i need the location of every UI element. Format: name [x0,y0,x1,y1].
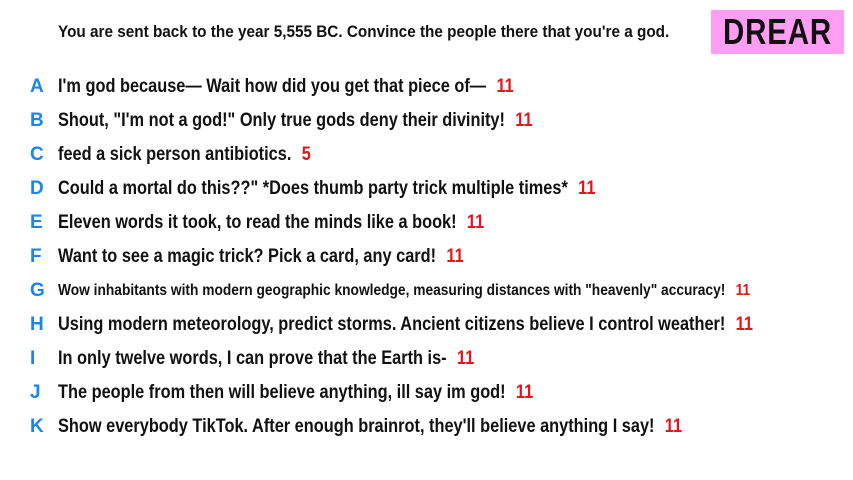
answer-letter: K [30,416,44,437]
answer-text: The people from then will believe anythi… [58,382,506,403]
answer-content: The people from then will believe anythi… [58,382,533,404]
answer-row-h[interactable]: H Using modern meteorology, predict stor… [0,308,853,342]
answer-content: Could a mortal do this??" *Does thumb pa… [58,178,595,200]
answer-text: In only twelve words, I can prove that t… [58,348,447,369]
answer-content: feed a sick person antibiotics. 5 [58,144,311,166]
answer-letter: J [30,382,41,403]
answer-letter: H [30,314,44,335]
answer-letter: F [30,246,42,267]
answer-text: Show everybody TikTok. After enough brai… [58,416,655,437]
answer-row-e[interactable]: E Eleven words it took, to read the mind… [0,206,853,240]
answer-score: 11 [515,110,533,131]
answer-text: Wow inhabitants with modern geographic k… [58,282,726,299]
answer-list: A I'm god because— Wait how did you get … [0,70,853,444]
answer-score: 5 [301,144,311,165]
answer-row-k[interactable]: K Show everybody TikTok. After enough br… [0,410,853,444]
answer-letter: G [30,280,45,301]
answer-score: 11 [735,314,753,335]
answer-score: 11 [496,76,514,97]
answer-score: 11 [735,282,751,299]
answer-row-b[interactable]: B Shout, "I'm not a god!" Only true gods… [0,104,853,138]
answer-content: Eleven words it took, to read the minds … [58,212,484,234]
answer-row-f[interactable]: F Want to see a magic trick? Pick a card… [0,240,853,274]
answer-score: 11 [456,348,475,369]
answer-row-d[interactable]: D Could a mortal do this??" *Does thumb … [0,172,853,206]
answer-letter: E [30,212,43,233]
brand-logo: DREAR [711,10,844,54]
answer-text: feed a sick person antibiotics. [58,144,292,165]
answer-content: I'm god because— Wait how did you get th… [58,76,514,98]
answer-letter: C [30,144,44,165]
answer-text: I'm god because— Wait how did you get th… [58,76,487,97]
prompt-text: You are sent back to the year 5,555 BC. … [58,22,670,41]
answer-text: Using modern meteorology, predict storms… [58,314,726,335]
answer-score: 11 [578,178,596,199]
answer-score: 11 [466,212,485,233]
answer-row-a[interactable]: A I'm god because— Wait how did you get … [0,70,853,104]
answer-text: Eleven words it took, to read the minds … [58,212,457,233]
answer-row-g[interactable]: G Wow inhabitants with modern geographic… [0,274,853,308]
answer-content: Using modern meteorology, predict storms… [58,314,753,336]
answer-row-j[interactable]: J The people from then will believe anyt… [0,376,853,410]
answer-content: Shout, "I'm not a god!" Only true gods d… [58,110,533,132]
answer-row-c[interactable]: C feed a sick person antibiotics. 5 [0,138,853,172]
answer-score: 11 [664,416,683,437]
answer-text: Could a mortal do this??" *Does thumb pa… [58,178,568,199]
brand-logo-text: DREAR [722,11,833,52]
answer-letter: A [30,76,44,97]
answer-score: 11 [515,382,534,403]
answer-row-i[interactable]: I In only twelve words, I can prove that… [0,342,853,376]
answer-text: Want to see a magic trick? Pick a card, … [58,246,437,267]
answer-content: In only twelve words, I can prove that t… [58,348,474,370]
answer-letter: I [30,348,36,369]
answer-content: Show everybody TikTok. After enough brai… [58,416,682,438]
answer-letter: B [30,110,44,131]
answer-letter: D [30,178,44,199]
answer-content: Wow inhabitants with modern geographic k… [58,282,750,300]
answer-score: 11 [446,246,464,267]
answer-text: Shout, "I'm not a god!" Only true gods d… [58,110,505,131]
answer-content: Want to see a magic trick? Pick a card, … [58,246,464,268]
